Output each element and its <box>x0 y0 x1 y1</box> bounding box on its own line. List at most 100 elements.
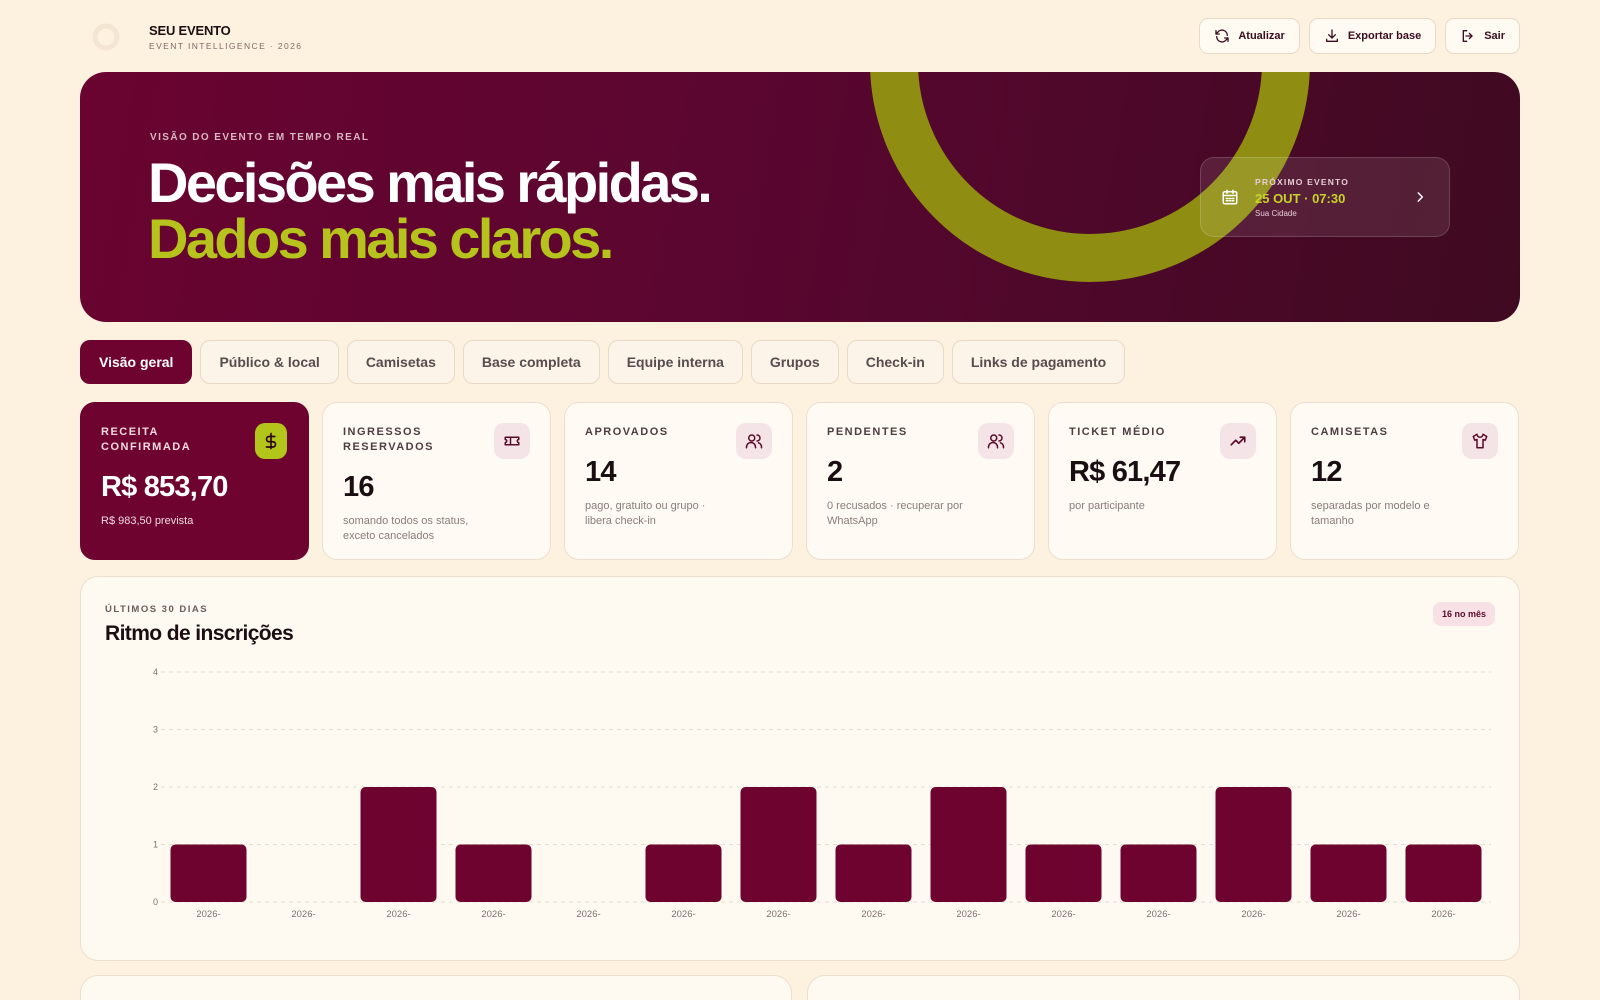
x-tick-label: 2026- <box>386 909 410 920</box>
y-tick-label: 3 <box>153 725 158 735</box>
y-tick-label: 0 <box>153 897 158 907</box>
chevron-right-icon <box>1417 192 1424 202</box>
header-actions: Atualizar Exportar base Sair <box>1199 18 1520 54</box>
hero-subheadline: Dados mais claros. <box>148 207 614 270</box>
bottom-card-left <box>80 975 792 1000</box>
calendar-icon <box>1222 189 1238 205</box>
kpi-icon-badge <box>1462 423 1498 459</box>
signup-pace-panel: ÚLTIMOS 30 DIAS Ritmo de inscrições 16 n… <box>80 576 1520 961</box>
kpi-label: PENDENTES <box>827 426 908 438</box>
kpi-icon-badge <box>494 423 530 459</box>
trending-up-icon <box>1230 436 1246 446</box>
kpi-subtext: por participante <box>1069 500 1145 512</box>
chart-bar[interactable] <box>740 787 817 902</box>
brand-logo-icon <box>92 23 120 51</box>
chart-bar[interactable] <box>645 844 722 903</box>
kpi-icon-badge <box>1220 423 1256 459</box>
chart-bar[interactable] <box>1120 844 1197 903</box>
users-icon <box>987 434 1005 449</box>
logout-icon <box>1462 30 1473 42</box>
kpi-label: CAMISETAS <box>1311 426 1389 438</box>
y-tick-label: 1 <box>153 840 158 850</box>
bottom-card-right <box>807 975 1520 1000</box>
brand-subtitle: EVENT INTELLIGENCE · 2026 <box>149 41 303 51</box>
kpi-card-camisetas: CAMISETAS 12 separadas por modelo e tama… <box>1290 402 1519 560</box>
kpi-subtext: 0 recusados · recuperar por WhatsApp <box>827 500 963 527</box>
kpi-label: APROVADOS <box>585 426 669 438</box>
refresh-button-label: Atualizar <box>1238 30 1285 42</box>
signup-bar-chart: 0 1 2 3 4 2026- 2026- 2026- 2026- 2026- 2026- 2026-… <box>153 667 1491 920</box>
x-tick-label: 2026- <box>1336 909 1360 920</box>
logout-button-label: Sair <box>1484 30 1505 42</box>
chart-bar[interactable] <box>930 787 1007 902</box>
chart-bar[interactable] <box>1310 844 1387 903</box>
chart-bar[interactable] <box>455 844 532 903</box>
kpi-subtext: pago, gratuito ou grupo · libera check-i… <box>585 500 706 527</box>
dollar-icon <box>265 432 277 450</box>
kpi-value: R$ 61,47 <box>1069 456 1181 488</box>
kpi-row: RECEITA CONFIRMADA R$ 853,70 R$ 983,50 p… <box>80 402 1519 560</box>
chart-bar[interactable] <box>1215 787 1292 902</box>
kpi-label: TICKET MÉDIO <box>1069 426 1166 438</box>
hero-banner: VISÃO DO EVENTO EM TEMPO REAL Decisões m… <box>80 72 1520 322</box>
tab-visao-geral[interactable]: Visão geral <box>80 340 193 384</box>
kpi-label: INGRESSOS RESERVADOS <box>343 426 435 453</box>
next-event-label: PRÓXIMO EVENTO <box>1255 176 1350 187</box>
chart-bar[interactable] <box>360 787 437 902</box>
x-tick-label: 2026- <box>576 909 600 920</box>
refresh-button[interactable]: Atualizar <box>1199 18 1300 54</box>
kpi-card-ingressos: INGRESSOS RESERVADOS 16 somando todos os… <box>322 402 551 560</box>
x-tick-label: 2026- <box>766 909 790 920</box>
tab-grupos[interactable]: Grupos <box>750 340 839 384</box>
x-tick-label: 2026- <box>1051 909 1075 920</box>
x-tick-label: 2026- <box>1431 909 1455 920</box>
y-tick-label: 4 <box>153 667 158 677</box>
kpi-card-pendentes: PENDENTES 2 0 recusados · recuperar por … <box>806 402 1035 560</box>
kpi-subtext: separadas por modelo e tamanho <box>1311 500 1430 527</box>
download-icon <box>1325 29 1338 42</box>
chart-bar[interactable] <box>835 844 912 903</box>
refresh-icon <box>1215 29 1230 43</box>
x-tick-label: 2026- <box>671 909 695 920</box>
kpi-value: 12 <box>1311 456 1342 488</box>
kpi-subtext: somando todos os status, exceto cancelad… <box>343 515 469 542</box>
tab-links-pagamento[interactable]: Links de pagamento <box>951 340 1126 384</box>
kpi-value: R$ 853,70 <box>101 471 228 503</box>
export-button[interactable]: Exportar base <box>1308 18 1437 54</box>
kpi-value: 14 <box>585 456 616 488</box>
kpi-icon-badge <box>978 423 1014 459</box>
top-bar: SEU EVENTO EVENT INTELLIGENCE · 2026 Atu… <box>80 14 1520 58</box>
hero-eyebrow: VISÃO DO EVENTO EM TEMPO REAL <box>150 132 370 143</box>
tab-equipe-interna[interactable]: Equipe interna <box>607 340 743 384</box>
tab-check-in[interactable]: Check-in <box>846 340 944 384</box>
x-tick-label: 2026- <box>481 909 505 920</box>
users-icon <box>745 434 763 449</box>
kpi-subtext: R$ 983,50 prevista <box>101 515 194 527</box>
ticket-icon <box>504 436 520 446</box>
next-event-date: 25 OUT · 07:30 <box>1255 190 1346 206</box>
logout-button[interactable]: Sair <box>1445 18 1520 54</box>
x-tick-label: 2026- <box>861 909 885 920</box>
next-event-card[interactable]: PRÓXIMO EVENTO 25 OUT · 07:30 Sua Cidade <box>1200 157 1450 237</box>
kpi-card-aprovados: APROVADOS 14 pago, gratuito ou grupo · l… <box>564 402 793 560</box>
kpi-icon-badge <box>255 423 287 459</box>
y-tick-label: 2 <box>153 782 158 792</box>
chart-bar[interactable] <box>170 844 247 903</box>
export-button-label: Exportar base <box>1347 30 1422 42</box>
chart-bar[interactable] <box>1405 844 1482 903</box>
tab-camisetas[interactable]: Camisetas <box>346 340 455 384</box>
kpi-label: RECEITA CONFIRMADA <box>101 426 192 453</box>
kpi-value: 16 <box>343 471 374 503</box>
kpi-card-receita: RECEITA CONFIRMADA R$ 853,70 R$ 983,50 p… <box>80 402 309 560</box>
kpi-icon-badge <box>736 423 772 459</box>
chart-bar[interactable] <box>1025 844 1102 903</box>
shirt-icon <box>1472 433 1488 449</box>
x-tick-label: 2026- <box>956 909 980 920</box>
x-tick-label: 2026- <box>196 909 220 920</box>
x-tick-label: 2026- <box>1241 909 1265 920</box>
kpi-card-ticket-medio: TICKET MÉDIO R$ 61,47 por participante <box>1048 402 1277 560</box>
kpi-value: 2 <box>827 456 843 488</box>
tab-publico-local[interactable]: Público & local <box>200 340 339 384</box>
tab-base-completa[interactable]: Base completa <box>462 340 600 384</box>
tab-bar: Visão geral Público & local Camisetas Ba… <box>80 340 1126 384</box>
